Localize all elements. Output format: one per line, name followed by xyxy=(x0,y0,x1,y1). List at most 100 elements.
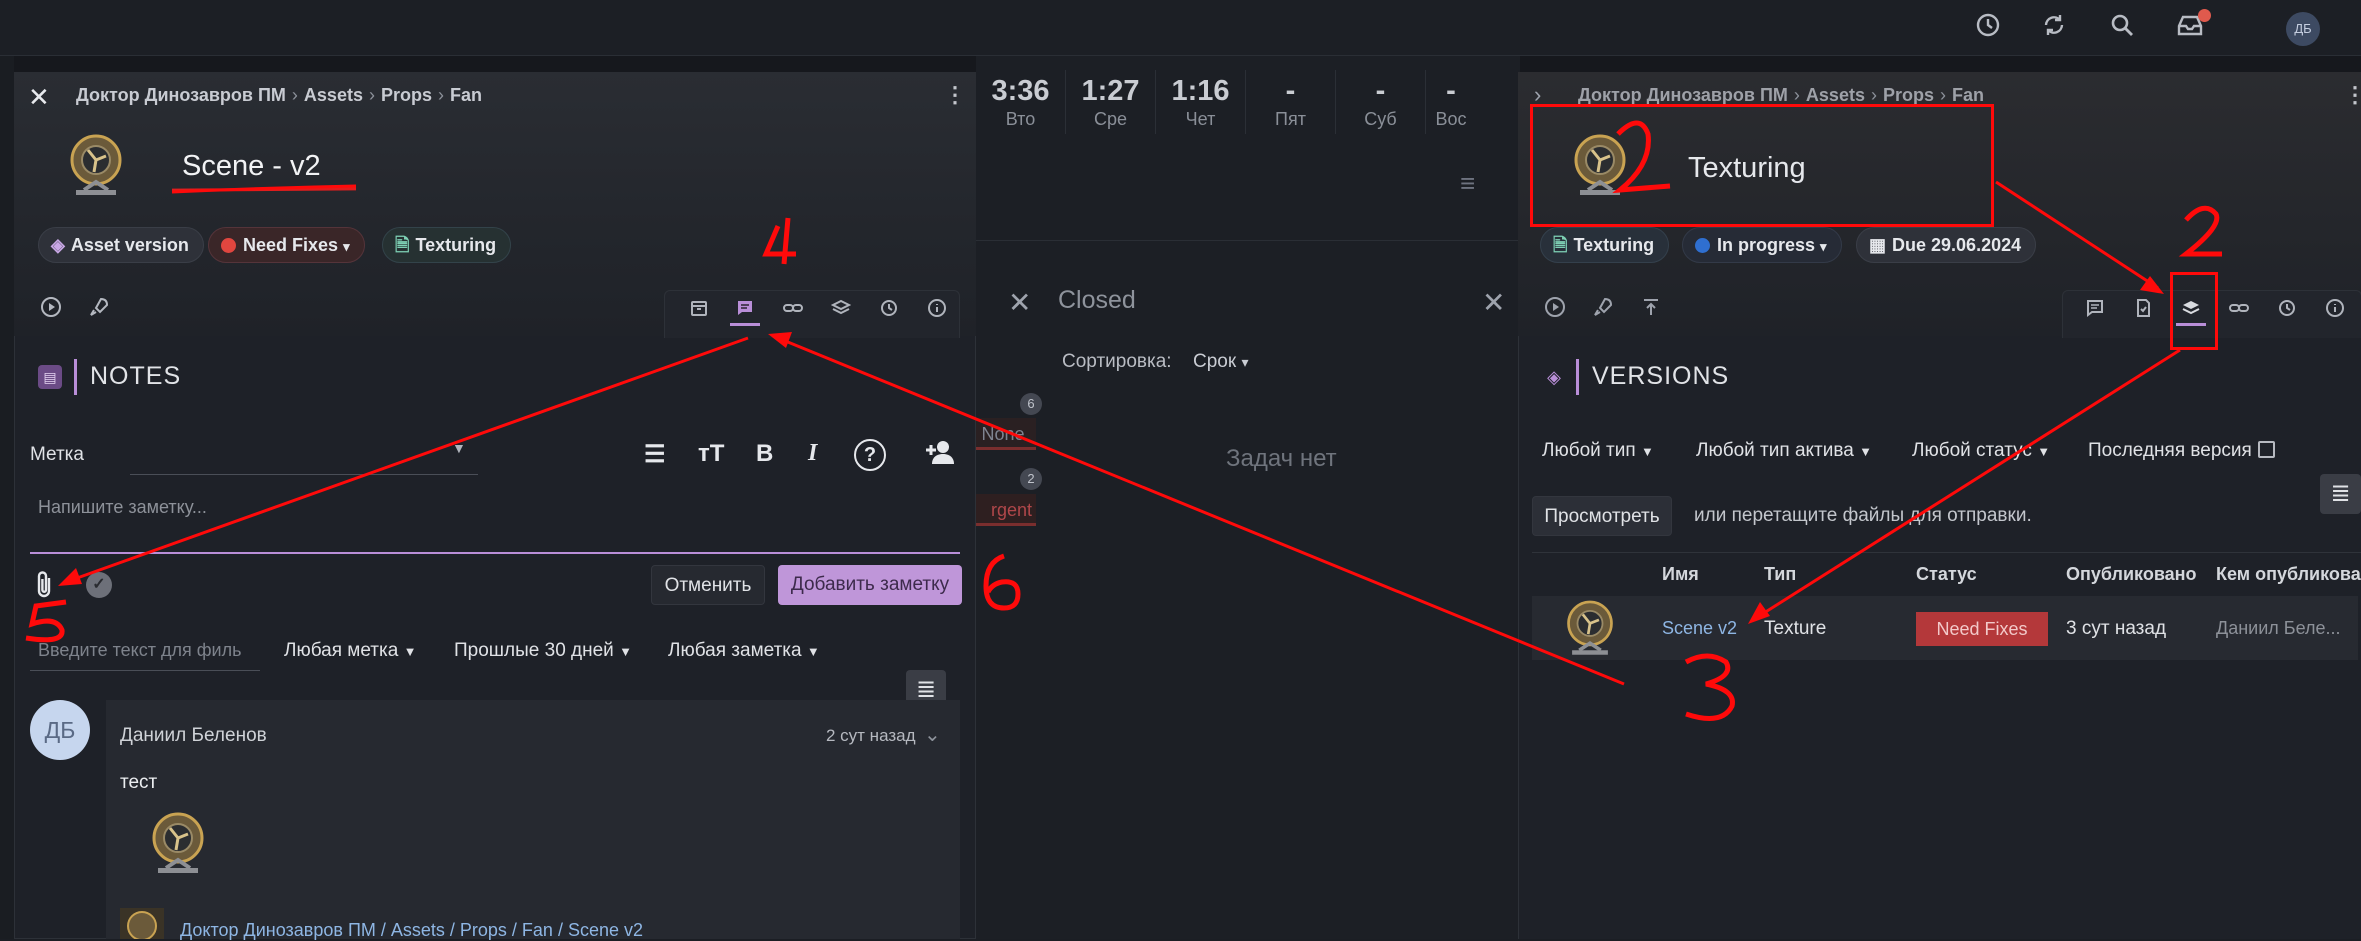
breadcrumb-item[interactable]: Props xyxy=(1883,85,1934,105)
paperclip-icon[interactable] xyxy=(34,570,56,605)
column-header-name[interactable]: Имя xyxy=(1662,564,1699,585)
help-icon[interactable]: ? xyxy=(854,439,886,471)
sort-select[interactable]: Срок ▾ xyxy=(1193,351,1248,373)
drop-hint: или перетащите файлы для отправки. xyxy=(1694,505,2032,526)
count-badge: 6 xyxy=(1020,393,1042,415)
section-title: VERSIONS xyxy=(1592,362,1730,390)
list-view-icon[interactable]: ≣ xyxy=(2320,474,2361,514)
breadcrumb-item[interactable]: Fan xyxy=(450,85,482,105)
rocket-icon[interactable] xyxy=(84,296,114,326)
more-icon[interactable]: ⋮ xyxy=(944,82,966,108)
calendar-icon: ▦ xyxy=(1869,235,1887,255)
link-icon[interactable] xyxy=(778,298,808,326)
priority-tag-urgent[interactable]: rgent xyxy=(970,494,1036,526)
archive-icon[interactable] xyxy=(684,298,714,326)
count-badge: 2 xyxy=(1020,468,1042,490)
status-chip[interactable]: In progress ▾ xyxy=(1682,227,1842,263)
browse-button[interactable]: Просмотреть xyxy=(1532,496,1672,536)
add-user-icon[interactable] xyxy=(924,438,956,473)
note-type-filter[interactable]: Любая заметка ▼ xyxy=(668,640,820,662)
type-filter[interactable]: Любой тип ▼ xyxy=(1542,440,1654,462)
more-icon[interactable]: ⋮ xyxy=(2344,82,2361,108)
column-header-status[interactable]: Статус xyxy=(1916,564,1977,585)
top-bar: ДБ xyxy=(0,0,2361,56)
annotation-box xyxy=(1530,104,1994,227)
task-chip[interactable]: 🗎 Texturing xyxy=(382,227,512,263)
chevron-down-icon[interactable]: ⌄ xyxy=(924,722,941,747)
history-icon[interactable] xyxy=(874,298,904,326)
section-title: NOTES xyxy=(90,362,182,390)
status-chip[interactable]: Need Fixes ▾ xyxy=(208,227,365,263)
priority-tag-none[interactable]: None xyxy=(970,418,1036,450)
bold-icon[interactable]: B xyxy=(756,440,773,468)
tasks-panel xyxy=(976,56,1520,939)
note-entity-link[interactable]: Доктор Динозавров ПМ / Assets / Props / … xyxy=(180,920,643,941)
status-badge[interactable]: Need Fixes xyxy=(1916,612,2048,646)
date-filter[interactable]: Прошлые 30 дней ▼ xyxy=(454,640,632,662)
user-avatar[interactable]: ДБ xyxy=(2286,12,2320,46)
filter-input[interactable]: Введите текст для филь xyxy=(38,640,241,661)
latest-version-checkbox[interactable] xyxy=(2258,441,2275,458)
play-icon[interactable] xyxy=(1540,296,1570,326)
day-cell: - Вос xyxy=(1435,75,1467,129)
asset-type-filter[interactable]: Любой тип актива ▼ xyxy=(1696,440,1872,462)
play-icon[interactable] xyxy=(36,296,66,326)
close-column-icon[interactable]: ✕ xyxy=(1482,286,1505,319)
task-chip[interactable]: 🗎 Texturing xyxy=(1540,227,1670,263)
breadcrumb-item[interactable]: Assets xyxy=(304,85,363,105)
column-header-published[interactable]: Опубликовано xyxy=(2066,564,2197,585)
check-icon[interactable]: ✓ xyxy=(86,572,112,598)
asset-thumbnail xyxy=(58,130,134,198)
breadcrumb-item[interactable]: Assets xyxy=(1806,85,1865,105)
chevron-down-icon[interactable]: ▼ xyxy=(452,440,466,456)
breadcrumb-item[interactable]: Доктор Динозавров ПМ xyxy=(1578,85,1788,105)
close-icon[interactable]: ✕ xyxy=(28,82,50,113)
layers-icon: ◈ xyxy=(51,235,65,255)
due-date-chip[interactable]: ▦ Due 29.06.2024 xyxy=(1856,227,2037,263)
checklist-icon[interactable] xyxy=(2128,298,2158,326)
label-filter[interactable]: Любая метка ▼ xyxy=(284,640,416,662)
asset-version-chip[interactable]: ◈ Asset version xyxy=(38,227,204,263)
rocket-icon[interactable] xyxy=(1588,296,1618,326)
annotation-box xyxy=(2170,272,2218,350)
sync-icon[interactable] xyxy=(2038,12,2070,44)
upload-icon[interactable] xyxy=(1636,296,1666,326)
section-bar xyxy=(1576,359,1579,395)
version-name-link[interactable]: Scene v2 xyxy=(1662,618,1737,639)
menu-icon[interactable]: ≡ xyxy=(1460,168,1475,199)
link-icon[interactable] xyxy=(2224,298,2254,326)
info-icon[interactable] xyxy=(922,298,952,326)
notes-tab-icon[interactable] xyxy=(730,298,760,326)
empty-state-text: Задач нет xyxy=(1226,445,1337,472)
note-input[interactable]: Напишите заметку... xyxy=(38,497,207,518)
layers-icon[interactable] xyxy=(826,298,856,326)
day-cell: 1:27 Сре xyxy=(1066,70,1156,134)
divider xyxy=(1532,552,2361,553)
list-icon[interactable]: ☰ xyxy=(644,440,666,469)
breadcrumb-item[interactable]: Props xyxy=(381,85,432,105)
search-icon[interactable] xyxy=(2106,12,2138,44)
column-header-type[interactable]: Тип xyxy=(1764,564,1796,585)
info-icon[interactable] xyxy=(2320,298,2350,326)
clock-icon[interactable] xyxy=(1972,12,2004,44)
status-filter[interactable]: Любой статус ▼ xyxy=(1912,440,2050,462)
breadcrumb-item[interactable]: Fan xyxy=(1952,85,1984,105)
close-icon[interactable]: ✕ xyxy=(1008,286,1031,319)
breadcrumb: Доктор Динозавров ПМ › Assets › Props › Fan xyxy=(76,85,482,105)
column-header-published-by[interactable]: Кем опубликова xyxy=(2216,564,2361,585)
avatar: ДБ xyxy=(30,700,90,760)
add-note-button[interactable]: Добавить заметку xyxy=(778,565,962,605)
history-icon[interactable] xyxy=(2272,298,2302,326)
note-attachment-thumbnail[interactable] xyxy=(140,808,216,876)
notes-tab-icon[interactable] xyxy=(2080,298,2110,326)
notes-icon: ▤ xyxy=(38,365,62,389)
note-text: тест xyxy=(120,772,158,793)
cancel-button[interactable]: Отменить xyxy=(651,565,765,605)
text-size-icon[interactable]: тT xyxy=(698,440,724,468)
note-time: 2 сут назад xyxy=(826,726,916,745)
day-cell: - Пят xyxy=(1246,70,1336,134)
document-icon: 🗎 xyxy=(1553,235,1568,255)
italic-icon[interactable]: I xyxy=(808,440,817,467)
breadcrumb-item[interactable]: Доктор Динозавров ПМ xyxy=(76,85,286,105)
label-select[interactable] xyxy=(130,474,478,475)
